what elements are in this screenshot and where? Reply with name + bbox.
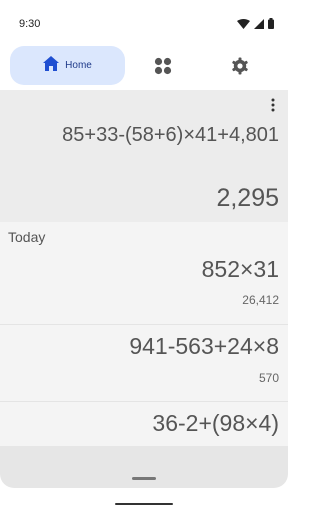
history-expression[interactable]: 852×31 [202, 256, 279, 283]
nav-home-label: Home [65, 60, 92, 71]
signal-icon [254, 18, 264, 29]
history-expression[interactable]: 36-2+(98×4) [152, 410, 279, 437]
battery-icon [268, 18, 274, 29]
top-navigation: Home [10, 46, 280, 86]
status-bar: 9:30 [0, 0, 288, 40]
history-divider [0, 401, 288, 402]
history-result: 570 [258, 371, 279, 385]
keypad-bottom-sheet[interactable] [0, 446, 288, 488]
home-icon [43, 55, 60, 76]
current-result: 2,295 [216, 184, 279, 212]
history-result: 26,412 [242, 293, 279, 307]
more-options-icon[interactable] [270, 98, 276, 112]
nav-home-button[interactable]: Home [10, 46, 125, 85]
status-icons [237, 18, 274, 29]
gear-icon[interactable] [231, 57, 249, 75]
current-expression[interactable]: 85+33-(58+6)×41+4,801 [62, 124, 279, 147]
grid-icon[interactable] [154, 57, 172, 75]
calculator-screen: 9:30 Home 85+33-(58+6)×41+4,801 2,295 To… [0, 0, 288, 512]
history-divider [0, 324, 288, 325]
drag-handle[interactable] [132, 477, 156, 480]
status-time: 9:30 [19, 18, 41, 30]
gesture-navigation-bar[interactable] [115, 503, 173, 505]
history-expression[interactable]: 941-563+24×8 [129, 333, 279, 360]
history-section-label: Today [8, 229, 46, 245]
wifi-icon [237, 18, 250, 29]
